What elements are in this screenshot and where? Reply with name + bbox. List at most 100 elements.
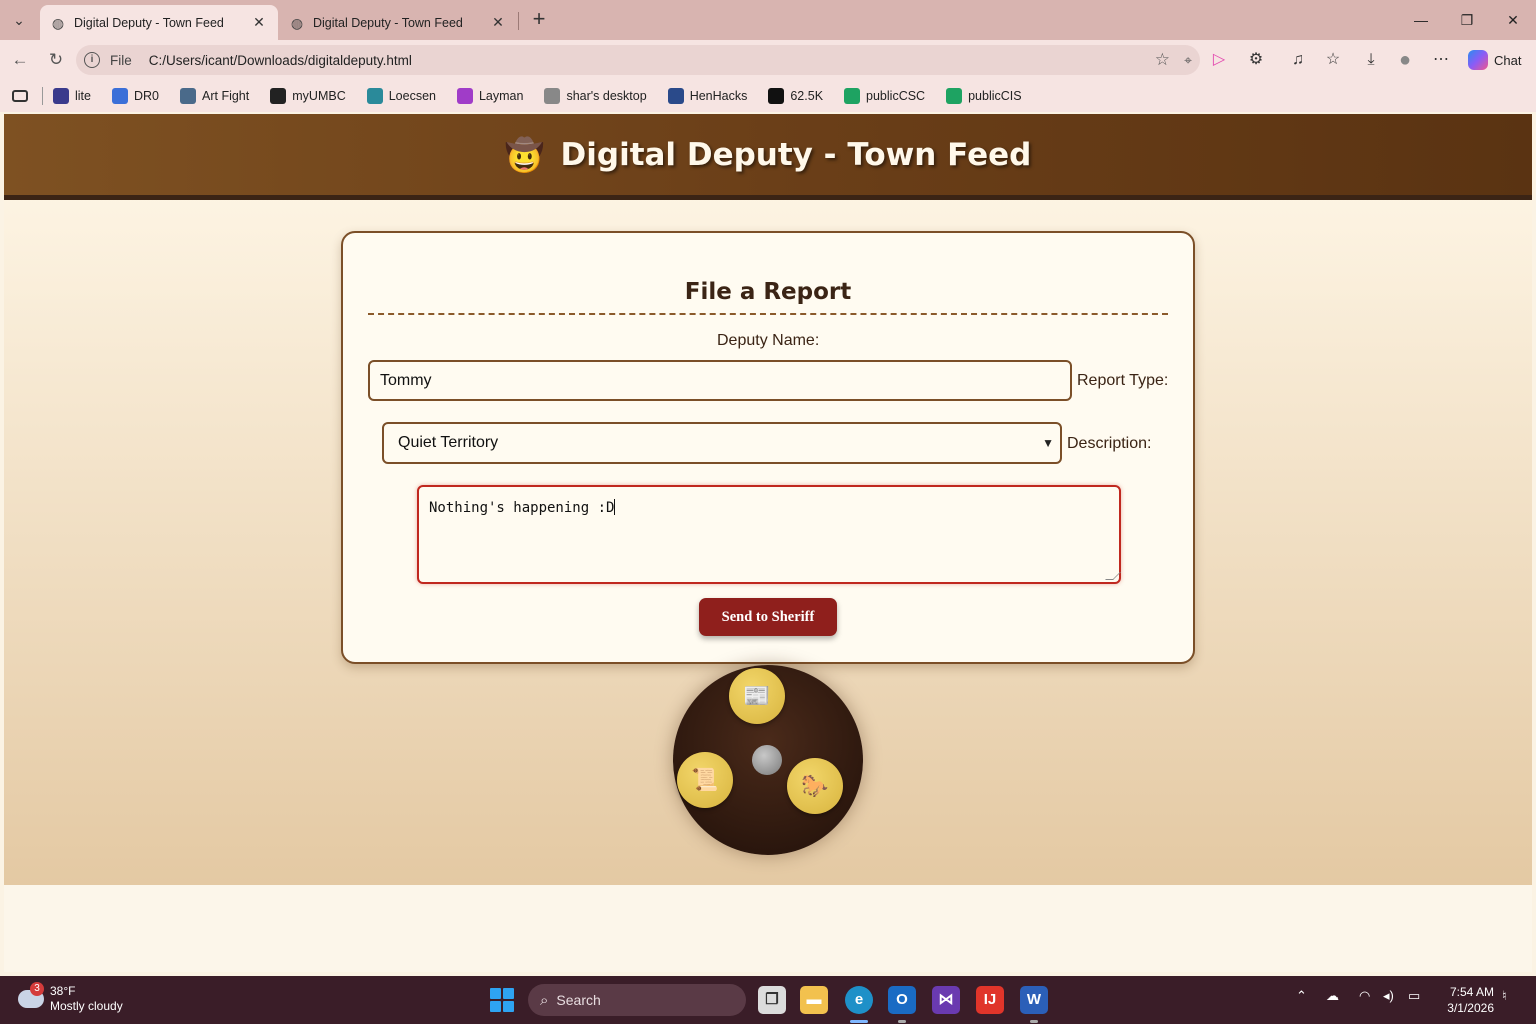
- time: 7:54 AM: [1449, 985, 1494, 999]
- close-tab-icon[interactable]: ✕: [489, 14, 507, 31]
- tab-digital-deputy-2[interactable]: ◍ Digital Deputy - Town Feed ✕: [279, 5, 517, 40]
- reload-button[interactable]: ↻: [44, 48, 68, 72]
- tab-strip: ⌄ ◍ Digital Deputy - Town Feed ✕ ◍ Digit…: [0, 0, 1536, 40]
- url-text[interactable]: C:/Users/icant/Downloads/digitaldeputy.h…: [149, 53, 412, 68]
- location-pin-icon[interactable]: ⌖: [1184, 52, 1192, 69]
- cloud-icon: 3: [18, 982, 44, 1008]
- close-tab-icon[interactable]: ✕: [250, 14, 268, 31]
- art-icon: [180, 88, 196, 104]
- favorites-icon[interactable]: ☆: [1322, 49, 1344, 71]
- globe-icon: [544, 88, 561, 104]
- bookmark-label: publicCSC: [866, 89, 926, 103]
- clock[interactable]: 7:54 AM 3/1/2026: [1444, 984, 1494, 1016]
- tab-divider: [518, 12, 519, 30]
- bookmark-item[interactable]: publicCIS: [946, 88, 1022, 104]
- bookmark-label: shar's desktop: [566, 89, 647, 103]
- date: 3/1/2026: [1447, 1001, 1494, 1015]
- bookmark-label: publicCIS: [968, 89, 1022, 103]
- back-button[interactable]: ←: [8, 48, 32, 72]
- favorite-star-icon[interactable]: ☆: [1155, 50, 1170, 70]
- word-running-indicator: [1030, 1020, 1038, 1023]
- globe-icon: ◍: [51, 14, 65, 31]
- visual-studio-icon[interactable]: ⋈: [932, 986, 960, 1014]
- outlook-running-indicator: [898, 1020, 906, 1023]
- weather-widget[interactable]: 3 38°F Mostly cloudy: [18, 982, 123, 1014]
- report-type-select[interactable]: Quiet Territory ▼: [382, 422, 1062, 464]
- copilot-logo-icon: [1468, 50, 1488, 70]
- copilot-vision-icon[interactable]: ▷: [1208, 49, 1230, 71]
- site-info-icon[interactable]: i: [84, 52, 100, 68]
- taskbar-search[interactable]: ⌕ Search: [528, 984, 746, 1016]
- bookmark-item[interactable]: Art Fight: [180, 88, 249, 104]
- url-scheme: File: [110, 52, 132, 68]
- close-window-button[interactable]: ✕: [1490, 0, 1536, 40]
- volume-icon[interactable]: ◂): [1383, 988, 1394, 1004]
- profile-avatar-icon[interactable]: ●: [1394, 49, 1416, 71]
- person-icon: [53, 88, 69, 104]
- notes-icon[interactable]: 📜: [677, 752, 733, 808]
- loecsen-icon: [366, 88, 383, 104]
- outlook-icon[interactable]: O: [888, 986, 916, 1014]
- globe-icon: ◍: [290, 14, 304, 31]
- bookmark-item[interactable]: DR0: [111, 88, 159, 104]
- battery-icon[interactable]: ▭: [1408, 988, 1420, 1004]
- temperature: 38°F: [50, 984, 76, 998]
- edge-browser-icon[interactable]: e: [845, 986, 873, 1014]
- tab-actions-menu-button[interactable]: ⌄: [6, 7, 32, 33]
- start-button[interactable]: [490, 988, 514, 1012]
- resize-grip-icon[interactable]: [1105, 572, 1121, 580]
- bookmarks-divider: [42, 87, 43, 105]
- bookmark-item[interactable]: Layman: [456, 88, 523, 104]
- cowboy-emoji-icon: 🤠: [504, 136, 545, 173]
- file-explorer-icon[interactable]: ▬: [800, 986, 828, 1014]
- show-hidden-icons-icon[interactable]: ⌃: [1296, 988, 1307, 1004]
- bookmark-label: DR0: [133, 89, 159, 103]
- intellij-icon[interactable]: IJ: [976, 986, 1004, 1014]
- reports-icon[interactable]: 📰: [729, 668, 785, 724]
- deputy-name-input[interactable]: Tommy: [368, 360, 1072, 401]
- tab-title: Digital Deputy - Town Feed: [74, 15, 224, 30]
- tab-digital-deputy-1[interactable]: ◍ Digital Deputy - Town Feed ✕: [40, 5, 278, 40]
- bookmark-item[interactable]: Loecsen: [366, 88, 436, 104]
- bookmark-label: HenHacks: [689, 89, 748, 103]
- site-title: Digital Deputy - Town Feed: [560, 136, 1032, 173]
- wifi-icon[interactable]: ◠: [1359, 988, 1370, 1004]
- deputy-name-label: Deputy Name:: [717, 332, 820, 349]
- bookmark-item[interactable]: publicCSC: [844, 88, 925, 104]
- bookmark-label: lite: [75, 89, 91, 103]
- bookmark-item[interactable]: HenHacks: [667, 88, 748, 104]
- word-icon[interactable]: W: [1020, 986, 1048, 1014]
- description-textarea[interactable]: Nothing's happening :D: [417, 485, 1121, 584]
- edge-active-indicator: [850, 1020, 868, 1023]
- copilot-chat-button[interactable]: Chat: [1464, 46, 1530, 74]
- bookmark-item[interactable]: myUMBC: [270, 88, 346, 104]
- bookmarks-bar: lite DR0 Art Fight myUMBC Loecsen Layman shar'…: [0, 80, 1536, 112]
- report-form-card: File a Report Deputy Name: Tommy Report …: [341, 231, 1195, 664]
- bookmark-item[interactable]: shar's desktop: [544, 88, 647, 104]
- description-label: Description:: [1067, 435, 1152, 452]
- horse-icon[interactable]: 🐎: [787, 758, 843, 814]
- send-to-sheriff-button[interactable]: Send to Sheriff: [699, 598, 837, 636]
- notifications-bell-icon[interactable]: ♮: [1502, 988, 1507, 1004]
- media-icon[interactable]: ♫: [1287, 49, 1309, 71]
- new-tab-button[interactable]: +: [527, 8, 551, 32]
- bookmark-item[interactable]: 62.5K: [768, 88, 823, 104]
- doc-icon: [111, 88, 128, 104]
- minimize-button[interactable]: —: [1398, 0, 1444, 40]
- report-type-value: Quiet Territory: [398, 434, 499, 451]
- downloads-icon[interactable]: ⤓: [1360, 49, 1382, 71]
- drive-icon: [946, 88, 963, 104]
- collections-icon[interactable]: [12, 90, 28, 102]
- restore-button[interactable]: ❐: [1444, 0, 1490, 40]
- henhacks-icon: [667, 88, 684, 104]
- bookmark-label: Loecsen: [388, 89, 436, 103]
- bookmark-item[interactable]: lite: [53, 88, 91, 104]
- address-bar[interactable]: i File C:/Users/icant/Downloads/digitald…: [76, 45, 1200, 75]
- onedrive-icon[interactable]: ☁: [1326, 988, 1339, 1004]
- star-icon: [456, 88, 473, 104]
- extensions-icon[interactable]: ⚙: [1245, 49, 1267, 71]
- task-view-icon[interactable]: ❐: [758, 986, 786, 1014]
- report-type-label: Report Type:: [1077, 372, 1169, 389]
- wheel-hub: [752, 745, 782, 775]
- more-options-icon[interactable]: ⋯: [1430, 49, 1452, 71]
